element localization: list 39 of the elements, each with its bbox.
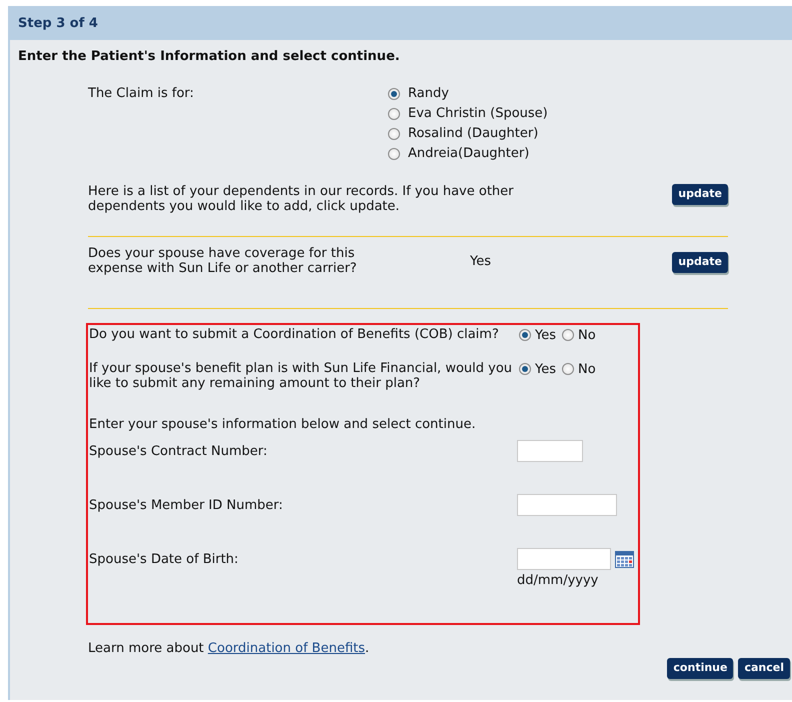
question-text: Do you want to submit a Coordination of Benefits (COB) claim? — [89, 327, 500, 343]
intro-text: Enter your spouse's information below and select continue. — [89, 417, 476, 432]
option-label: Rosalind (Daughter) — [408, 126, 538, 141]
date-format-hint: dd/mm/yyyy — [517, 573, 600, 588]
radio-button[interactable] — [388, 108, 400, 120]
input-field[interactable] — [517, 548, 611, 570]
dependents-text: Here is a list of your dependents in our records. If you have other dependents you would like to add, click update. — [88, 184, 515, 214]
calendar-icon[interactable] — [615, 550, 634, 568]
radio-button[interactable] — [562, 329, 574, 341]
option-label: Randy — [408, 86, 449, 101]
field-label: Spouse's Date of Birth: — [89, 552, 240, 569]
radio-button[interactable] — [388, 128, 400, 140]
radio-button[interactable] — [519, 363, 531, 375]
option-label: Yes — [535, 362, 556, 376]
question-text: If your spouse's benefit plan is with Sun Life Financial, would you like to submit any remaining amount to their plan? — [89, 361, 514, 391]
step-title: Step 3 of 4 — [18, 16, 98, 30]
update-button[interactable]: update — [672, 252, 728, 273]
option-label: Andreia(Daughter) — [408, 146, 530, 161]
field-label: Spouse's Contract Number: — [89, 444, 268, 461]
option-label: No — [578, 362, 596, 376]
radio-button[interactable] — [562, 363, 574, 375]
radio-button[interactable] — [388, 88, 400, 100]
input-field[interactable] — [517, 494, 617, 516]
instruction-text: Enter the Patient's Information and select continue. — [18, 49, 400, 64]
option-label: Eva Christin (Spouse) — [408, 106, 548, 121]
cob-link[interactable]: Coordination of Benefits — [208, 641, 366, 656]
coverage-question: Does your spouse have coverage for this expense with Sun Life or another carrier? — [88, 246, 358, 276]
learn-more-text: Learn more about Coordination of Benefits. — [88, 641, 370, 656]
coverage-answer: Yes — [470, 254, 491, 269]
input-field[interactable] — [517, 440, 583, 462]
cancel-button[interactable]: cancel — [738, 658, 790, 679]
field-label: Spouse's Member ID Number: — [89, 498, 284, 515]
claim-label: The Claim is for: — [88, 86, 195, 103]
radio-button[interactable] — [388, 148, 400, 160]
continue-button[interactable]: continue — [667, 658, 734, 679]
option-label: No — [578, 328, 596, 342]
update-button[interactable]: update — [672, 184, 728, 205]
radio-button[interactable] — [519, 329, 531, 341]
option-label: Yes — [535, 328, 556, 342]
